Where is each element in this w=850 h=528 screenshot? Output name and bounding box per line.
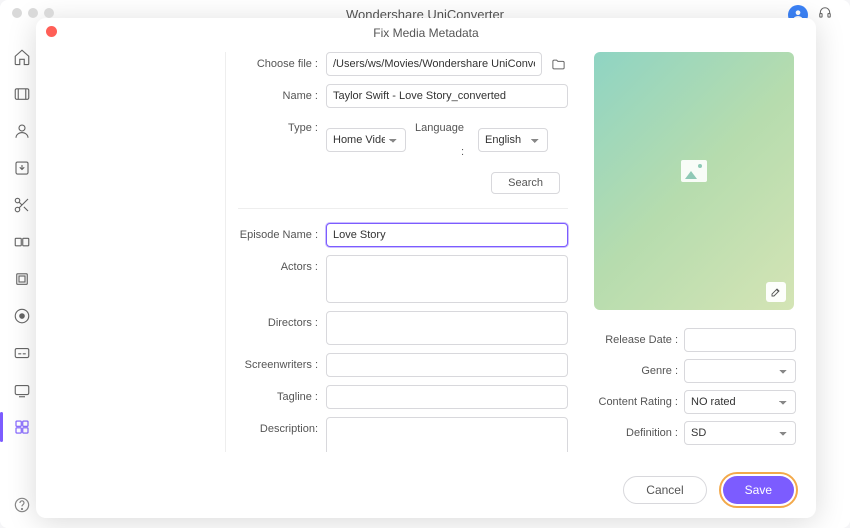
description-input[interactable] xyxy=(326,417,568,452)
screenwriters-input[interactable] xyxy=(326,353,568,377)
episode-name-input[interactable] xyxy=(326,223,568,247)
sidebar-home[interactable] xyxy=(11,46,33,68)
choose-file-label: Choose file : xyxy=(238,52,326,76)
minimize-dot[interactable] xyxy=(28,8,38,18)
browse-folder-button[interactable] xyxy=(548,53,568,75)
name-input[interactable] xyxy=(326,84,568,108)
content-rating-select[interactable]: NO rated xyxy=(684,390,796,414)
edit-cover-button[interactable] xyxy=(766,282,786,302)
modal-right-column: Release Date : Genre : Content Rating : … xyxy=(586,52,796,452)
metadata-modal: Fix Media Metadata Choose file : Name : … xyxy=(36,18,816,518)
type-select[interactable]: Home Vide… xyxy=(326,128,406,152)
directors-label: Directors : xyxy=(238,311,326,335)
support-icon[interactable] xyxy=(818,6,836,24)
divider xyxy=(238,208,568,209)
content-rating-label: Content Rating : xyxy=(594,396,684,408)
sidebar-toolbox[interactable] xyxy=(11,416,33,438)
close-dot[interactable] xyxy=(12,8,22,18)
window-controls xyxy=(12,8,54,18)
genre-label: Genre : xyxy=(594,365,684,377)
sidebar-download[interactable] xyxy=(11,157,33,179)
cover-art xyxy=(594,52,794,310)
release-date-label: Release Date : xyxy=(594,334,684,346)
save-button[interactable]: Save xyxy=(723,476,794,504)
search-button[interactable]: Search xyxy=(491,172,560,194)
sidebar-cut[interactable] xyxy=(11,194,33,216)
sidebar-record[interactable] xyxy=(11,305,33,327)
sidebar-tv[interactable] xyxy=(11,379,33,401)
description-label: Description: xyxy=(238,417,326,441)
cancel-button[interactable]: Cancel xyxy=(623,476,706,504)
sidebar-merge[interactable] xyxy=(11,231,33,253)
modal-title: Fix Media Metadata xyxy=(36,18,816,40)
zoom-dot[interactable] xyxy=(44,8,54,18)
genre-select[interactable] xyxy=(684,359,796,383)
modal-form: Choose file : Name : Type : Home Vide… L… xyxy=(226,52,586,452)
name-label: Name : xyxy=(238,84,326,108)
tagline-input[interactable] xyxy=(326,385,568,409)
actors-label: Actors : xyxy=(238,255,326,279)
definition-select[interactable]: SD xyxy=(684,421,796,445)
screenwriters-label: Screenwriters : xyxy=(238,353,326,377)
tagline-label: Tagline : xyxy=(238,385,326,409)
directors-input[interactable] xyxy=(326,311,568,345)
sidebar-user[interactable] xyxy=(11,120,33,142)
type-label: Type : xyxy=(238,116,326,140)
language-label: Language : xyxy=(412,116,472,164)
image-placeholder-icon xyxy=(681,160,707,182)
modal-close-button[interactable] xyxy=(46,26,57,37)
modal-footer: Cancel Save xyxy=(623,472,798,508)
help-icon[interactable] xyxy=(14,497,30,518)
save-button-highlight: Save xyxy=(719,472,798,508)
actors-input[interactable] xyxy=(326,255,568,303)
sidebar-crop[interactable] xyxy=(11,268,33,290)
episode-name-label: Episode Name : xyxy=(238,223,326,247)
sidebar-video[interactable] xyxy=(11,83,33,105)
modal-left-column xyxy=(56,52,226,452)
release-date-input[interactable] xyxy=(684,328,796,352)
sidebar-subtitle[interactable] xyxy=(11,342,33,364)
file-path-input[interactable] xyxy=(326,52,542,76)
language-select[interactable]: English xyxy=(478,128,548,152)
definition-label: Definition : xyxy=(594,427,684,439)
